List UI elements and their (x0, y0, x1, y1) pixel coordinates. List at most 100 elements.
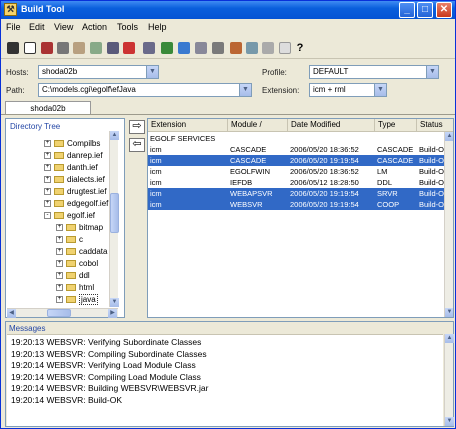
list-icon[interactable] (24, 42, 36, 54)
tab-host[interactable]: shoda02b (5, 101, 91, 115)
table-row[interactable]: icm CASCADE 2006/05/20 18:36:52 CASCADE Buil… (148, 144, 449, 155)
network-icon[interactable] (212, 42, 224, 54)
expand-icon[interactable]: + (44, 188, 51, 196)
edit-icon[interactable] (279, 42, 291, 54)
scroll-thumb[interactable] (110, 193, 119, 233)
table-row[interactable]: icm CASCADE 2006/05/20 19:19:54 CASCADE Buil… (148, 155, 449, 166)
cabinet-icon[interactable] (143, 42, 155, 54)
directory-tree[interactable]: Directory Tree + Compilbs + danrep.ief + dant… (5, 118, 125, 318)
table-row[interactable]: icm WEBAPSVR 2006/05/20 19:19:54 SRVR Build-… (148, 188, 449, 199)
extension-select[interactable]: icm + rml ▼ (309, 83, 387, 97)
chevron-down-icon[interactable]: ▼ (146, 66, 158, 78)
menu-file[interactable]: File (6, 22, 21, 32)
messages-scrollbar[interactable]: ▲ ▼ (444, 334, 454, 426)
box-icon[interactable] (90, 42, 102, 54)
copy-icon[interactable] (123, 42, 135, 54)
title-bar[interactable]: ⚒ Build Tool _ □ ✕ (1, 1, 455, 19)
stop-icon[interactable] (7, 42, 19, 54)
module-table[interactable]: Extension Module / Date Modified Type St… (147, 118, 454, 318)
tree-item[interactable]: + java (56, 294, 98, 305)
expand-icon[interactable]: + (56, 272, 63, 280)
move-left-button[interactable]: ⇦ (129, 138, 145, 152)
cell-date: 2006/05/20 18:36:52 (290, 145, 359, 154)
table-row[interactable]: icm IEFDB 2006/05/12 18:28:50 DDL Build-OK (148, 177, 449, 188)
tree-item[interactable]: + c (56, 235, 83, 245)
expand-icon[interactable]: + (44, 164, 51, 172)
expand-icon[interactable]: + (56, 248, 63, 256)
table-row[interactable]: icm WEBSVR 2006/05/20 19:19:54 COOP Build-OK (148, 199, 449, 210)
menu-action[interactable]: Action (82, 22, 107, 32)
collapse-icon[interactable]: - (44, 212, 51, 220)
scroll-up-icon[interactable]: ▲ (110, 131, 119, 140)
tree-scrollbar[interactable]: ▲ ▼ (109, 131, 119, 307)
flag-icon[interactable] (230, 42, 242, 54)
hosts-select[interactable]: shoda02b ▼ (38, 65, 159, 79)
hscroll-thumb[interactable] (47, 309, 71, 317)
tree-item[interactable]: + edgegolf.ief (44, 199, 108, 209)
col-extension[interactable]: Extension (148, 119, 228, 132)
maximize-button[interactable]: □ (417, 2, 433, 18)
scroll-right-icon[interactable]: ▶ (108, 309, 117, 318)
tree-item[interactable]: + ddl (56, 271, 90, 281)
menu-tools[interactable]: Tools (117, 22, 138, 32)
scroll-up-icon[interactable]: ▲ (445, 132, 453, 141)
chevron-down-icon[interactable]: ▼ (239, 84, 251, 96)
scroll-down-icon[interactable]: ▼ (445, 308, 453, 317)
scroll-down-icon[interactable]: ▼ (110, 298, 119, 307)
scroll-up-icon[interactable]: ▲ (445, 334, 454, 343)
expand-icon[interactable]: + (56, 236, 63, 244)
tree-item[interactable]: + drugtest.ief (44, 187, 107, 197)
expand-icon[interactable]: + (56, 296, 63, 304)
col-status[interactable]: Status (417, 119, 453, 132)
path-select[interactable]: C:\models.cgi\egolf\efJava ▼ (38, 83, 252, 97)
menu-view[interactable]: View (54, 22, 73, 32)
refresh-icon[interactable] (246, 42, 258, 54)
cell-ext: icm (150, 145, 162, 154)
col-date-modified[interactable]: Date Modified (288, 119, 375, 132)
hierarchy-icon[interactable] (178, 42, 190, 54)
cell-type: DDL (377, 178, 393, 187)
expand-icon[interactable]: + (44, 140, 51, 148)
expand-icon[interactable]: + (44, 176, 51, 184)
move-right-button[interactable]: ⇨ (129, 120, 145, 134)
col-type[interactable]: Type (375, 119, 417, 132)
floppy-icon[interactable] (107, 42, 119, 54)
expand-icon[interactable]: + (44, 152, 51, 160)
close-button[interactable]: ✕ (436, 2, 452, 18)
menu-help[interactable]: Help (148, 22, 167, 32)
expand-icon[interactable]: + (44, 200, 51, 208)
tree-item[interactable]: + danrep.ief (44, 151, 103, 161)
table-group-row[interactable]: EGOLF SERVICES (148, 133, 448, 144)
help-icon[interactable]: ? (295, 42, 305, 54)
tree-item[interactable]: + danth.ief (44, 163, 98, 173)
expand-icon[interactable]: + (56, 260, 63, 268)
package-icon[interactable] (73, 42, 85, 54)
build-icon[interactable] (41, 42, 53, 54)
tree-item[interactable]: + dialects.ief (44, 175, 105, 185)
tree-hscrollbar[interactable]: ◀ ▶ (7, 308, 118, 318)
scroll-down-icon[interactable]: ▼ (445, 417, 454, 426)
messages-log[interactable]: 19:20:13 WEBSVR: Verifying Subordinate C… (7, 334, 443, 426)
tree-icon[interactable] (161, 42, 173, 54)
sd-icon[interactable] (195, 42, 207, 54)
expand-icon[interactable]: + (56, 224, 63, 232)
col-module[interactable]: Module / (228, 119, 288, 132)
tree-item[interactable]: + Compilbs (44, 139, 100, 149)
tool-icon[interactable] (57, 42, 69, 54)
tree-item[interactable]: + cobol (56, 259, 98, 269)
tree-item[interactable]: + caddata (56, 247, 107, 257)
cell-date: 2006/05/12 18:28:50 (290, 178, 359, 187)
chevron-down-icon[interactable]: ▼ (374, 84, 386, 96)
tree-item[interactable]: + html (56, 283, 94, 293)
chevron-down-icon[interactable]: ▼ (426, 66, 438, 78)
profile-select[interactable]: DEFAULT ▼ (309, 65, 439, 79)
tree-item[interactable]: + bitmap (56, 223, 103, 233)
table-scrollbar[interactable]: ▲ ▼ (444, 132, 453, 317)
expand-icon[interactable]: + (56, 284, 63, 292)
tree-item[interactable]: - egolf.ief (44, 211, 95, 221)
table-row[interactable]: icm EGOLFWIN 2006/05/20 18:36:52 LM Build-OK (148, 166, 449, 177)
minimize-button[interactable]: _ (399, 2, 415, 18)
scroll-left-icon[interactable]: ◀ (7, 309, 16, 318)
gear-icon[interactable] (262, 42, 274, 54)
menu-edit[interactable]: Edit (29, 22, 45, 32)
